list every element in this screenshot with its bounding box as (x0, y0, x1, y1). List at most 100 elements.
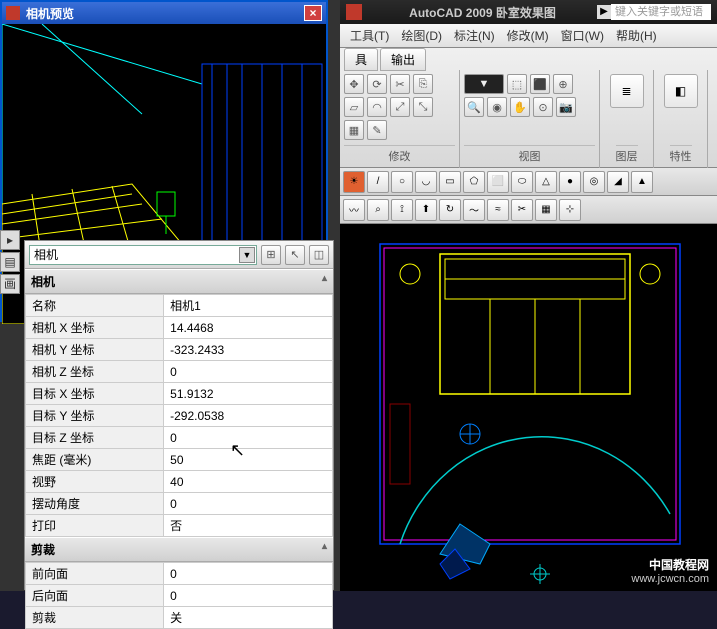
camera-icon[interactable]: 📷 (556, 97, 576, 117)
preview-titlebar[interactable]: 相机预览 × (2, 2, 326, 24)
tool-loft[interactable]: ≈ (487, 199, 509, 221)
menu-draw[interactable]: 绘图(D) (395, 25, 448, 46)
prop-value[interactable]: 50 (164, 449, 333, 471)
menu-help[interactable]: 帮助(H) (610, 25, 663, 46)
visual-style-dropdown[interactable]: ▼ (464, 74, 504, 94)
section-camera[interactable]: 相机 ▴ (25, 269, 333, 294)
menu-window[interactable]: 窗口(W) (555, 25, 610, 46)
table-row: 视野40 (26, 471, 333, 493)
panel-properties: ◧ 特性 (654, 70, 708, 168)
table-row: 后向面0 (26, 585, 333, 607)
tool-slice[interactable]: ✂ (511, 199, 533, 221)
prop-value[interactable]: 0 (164, 361, 333, 383)
close-button[interactable]: × (304, 5, 322, 21)
scale-icon[interactable]: ⤡ (413, 97, 433, 117)
tool-sphere[interactable]: ● (559, 171, 581, 193)
tool-cyl[interactable]: ⬭ (511, 171, 533, 193)
zoom-extents-icon[interactable]: ⊕ (553, 74, 573, 94)
table-row: 摆动角度0 (26, 493, 333, 515)
layer-properties-icon[interactable]: ≣ (610, 74, 644, 108)
side-pic-icon[interactable]: 画 (0, 274, 20, 294)
properties-palette[interactable]: 相机 ▼ ⊞ ↖ ◫ 相机 ▴ 名称相机1 相机 X 坐标14.4468 相机 … (24, 240, 334, 590)
tool-measure[interactable]: ⟟ (391, 199, 413, 221)
table-row: 目标 X 坐标51.9132 (26, 383, 333, 405)
tool-cone[interactable]: △ (535, 171, 557, 193)
tool-analyze[interactable]: ⌕ (367, 199, 389, 221)
side-sheet-icon[interactable]: ▤ (0, 252, 20, 272)
tool-torus[interactable]: ◎ (583, 171, 605, 193)
prop-value[interactable]: 14.4468 (164, 317, 333, 339)
tool-rect[interactable]: ▭ (439, 171, 461, 193)
prop-value[interactable]: 否 (164, 515, 333, 537)
tool-circle[interactable]: ○ (391, 171, 413, 193)
ribbon-tab-tools[interactable]: 具 (344, 48, 378, 71)
tool-line[interactable]: / (367, 171, 389, 193)
tool-wedge[interactable]: ◢ (607, 171, 629, 193)
side-arrow-icon[interactable]: ▸ (0, 230, 20, 250)
fillet-icon[interactable]: ◠ (367, 97, 387, 117)
tool-light[interactable]: ☀ (343, 171, 365, 193)
prop-value[interactable]: -292.0538 (164, 405, 333, 427)
rotate-icon[interactable]: ⟳ (367, 74, 387, 94)
orbit-icon[interactable]: ◉ (487, 97, 507, 117)
tool-box[interactable]: ⬜ (487, 171, 509, 193)
prop-value[interactable]: -323.2433 (164, 339, 333, 361)
stretch-icon[interactable]: ⤢ (390, 97, 410, 117)
table-row: 名称相机1 (26, 295, 333, 317)
tool-sweep[interactable]: 〜 (463, 199, 485, 221)
tool-pulse[interactable]: 〰 (343, 199, 365, 221)
erase-icon[interactable]: ✎ (367, 120, 387, 140)
zoom-window-icon[interactable]: 🔍 (464, 97, 484, 117)
tool-poly[interactable]: ⬠ (463, 171, 485, 193)
prop-value[interactable]: 0 (164, 563, 333, 585)
drawing-viewport[interactable] (340, 224, 717, 591)
prop-value[interactable]: 0 (164, 585, 333, 607)
trim-icon[interactable]: ✂ (390, 74, 410, 94)
move-icon[interactable]: ✥ (344, 74, 364, 94)
prop-value[interactable]: 40 (164, 471, 333, 493)
menu-tools[interactable]: 工具(T) (344, 25, 395, 46)
search-arrow-icon[interactable]: ▶ (597, 5, 611, 19)
preview-title-text: 相机预览 (26, 5, 304, 22)
pickobj-icon[interactable]: ◫ (309, 245, 329, 265)
table-row: 目标 Y 坐标-292.0538 (26, 405, 333, 427)
selectobj-icon[interactable]: ↖ (285, 245, 305, 265)
box-icon[interactable]: ⬚ (507, 74, 527, 94)
panel-properties-label: 特性 (670, 145, 692, 164)
wheel-icon[interactable]: ⊙ (533, 97, 553, 117)
chevron-down-icon[interactable]: ▼ (239, 247, 255, 263)
solid-icon[interactable]: ⬛ (530, 74, 550, 94)
table-row: 剪裁关 (26, 607, 333, 629)
menu-modify[interactable]: 修改(M) (501, 25, 555, 46)
tool-pyramid[interactable]: ▲ (631, 171, 653, 193)
panel-layer-label: 图层 (616, 145, 638, 164)
pan-icon[interactable]: ✋ (510, 97, 530, 117)
array-icon[interactable]: ▦ (344, 120, 364, 140)
section-clip[interactable]: 剪裁 ▴ (25, 537, 333, 562)
prop-value[interactable]: 51.9132 (164, 383, 333, 405)
combo-value: 相机 (34, 246, 58, 263)
properties-icon[interactable]: ◧ (664, 74, 698, 108)
tool-section[interactable]: ▦ (535, 199, 557, 221)
panel-view-label: 视图 (464, 145, 595, 164)
side-toolbar: ▸ ▤ 画 (0, 230, 24, 294)
mirror-icon[interactable]: ▱ (344, 97, 364, 117)
top-view-drawing (340, 224, 717, 591)
tool-extrude[interactable]: ⬆ (415, 199, 437, 221)
collapse-icon: ▴ (322, 541, 327, 558)
autocad-logo-icon (346, 4, 362, 20)
tool-revolve[interactable]: ↻ (439, 199, 461, 221)
prop-value[interactable]: 0 (164, 493, 333, 515)
quickselect-icon[interactable]: ⊞ (261, 245, 281, 265)
table-row: 打印否 (26, 515, 333, 537)
prop-value[interactable]: 关 (164, 607, 333, 629)
ribbon-tab-output[interactable]: 输出 (380, 48, 426, 71)
tool-arc[interactable]: ◡ (415, 171, 437, 193)
copy-icon[interactable]: ⎘ (413, 74, 433, 94)
prop-value[interactable]: 0 (164, 427, 333, 449)
search-input[interactable]: 键入关键字或短语 (611, 4, 711, 20)
object-type-combo[interactable]: 相机 ▼ (29, 245, 257, 265)
tool-ucs[interactable]: ⊹ (559, 199, 581, 221)
menu-dimension[interactable]: 标注(N) (448, 25, 501, 46)
prop-value[interactable]: 相机1 (164, 295, 333, 317)
